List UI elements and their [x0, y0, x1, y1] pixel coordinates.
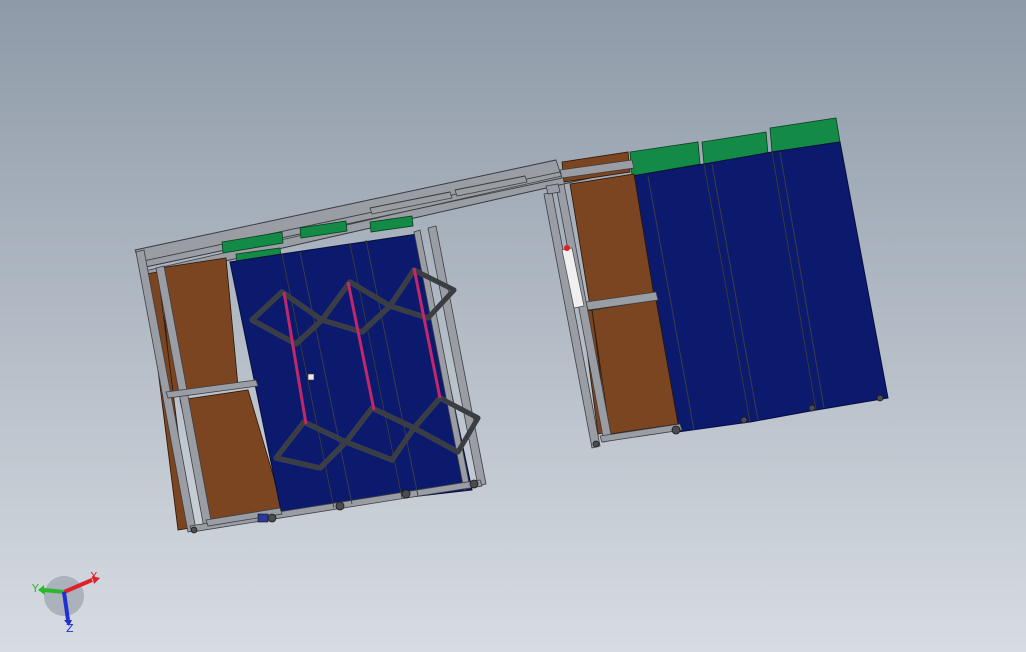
- y-axis-label: Y: [31, 582, 39, 595]
- z-axis-label: Z: [66, 622, 74, 635]
- orientation-triad[interactable]: X Y Z: [24, 566, 108, 640]
- y-axis-icon: [43, 588, 65, 594]
- y-axis-arrow-icon: [38, 585, 45, 595]
- x-axis-label: X: [90, 570, 98, 583]
- right-cabinet-assembly[interactable]: [543, 117, 889, 449]
- model-scene[interactable]: [0, 0, 1026, 652]
- cad-viewport[interactable]: X Y Z: [0, 0, 1026, 652]
